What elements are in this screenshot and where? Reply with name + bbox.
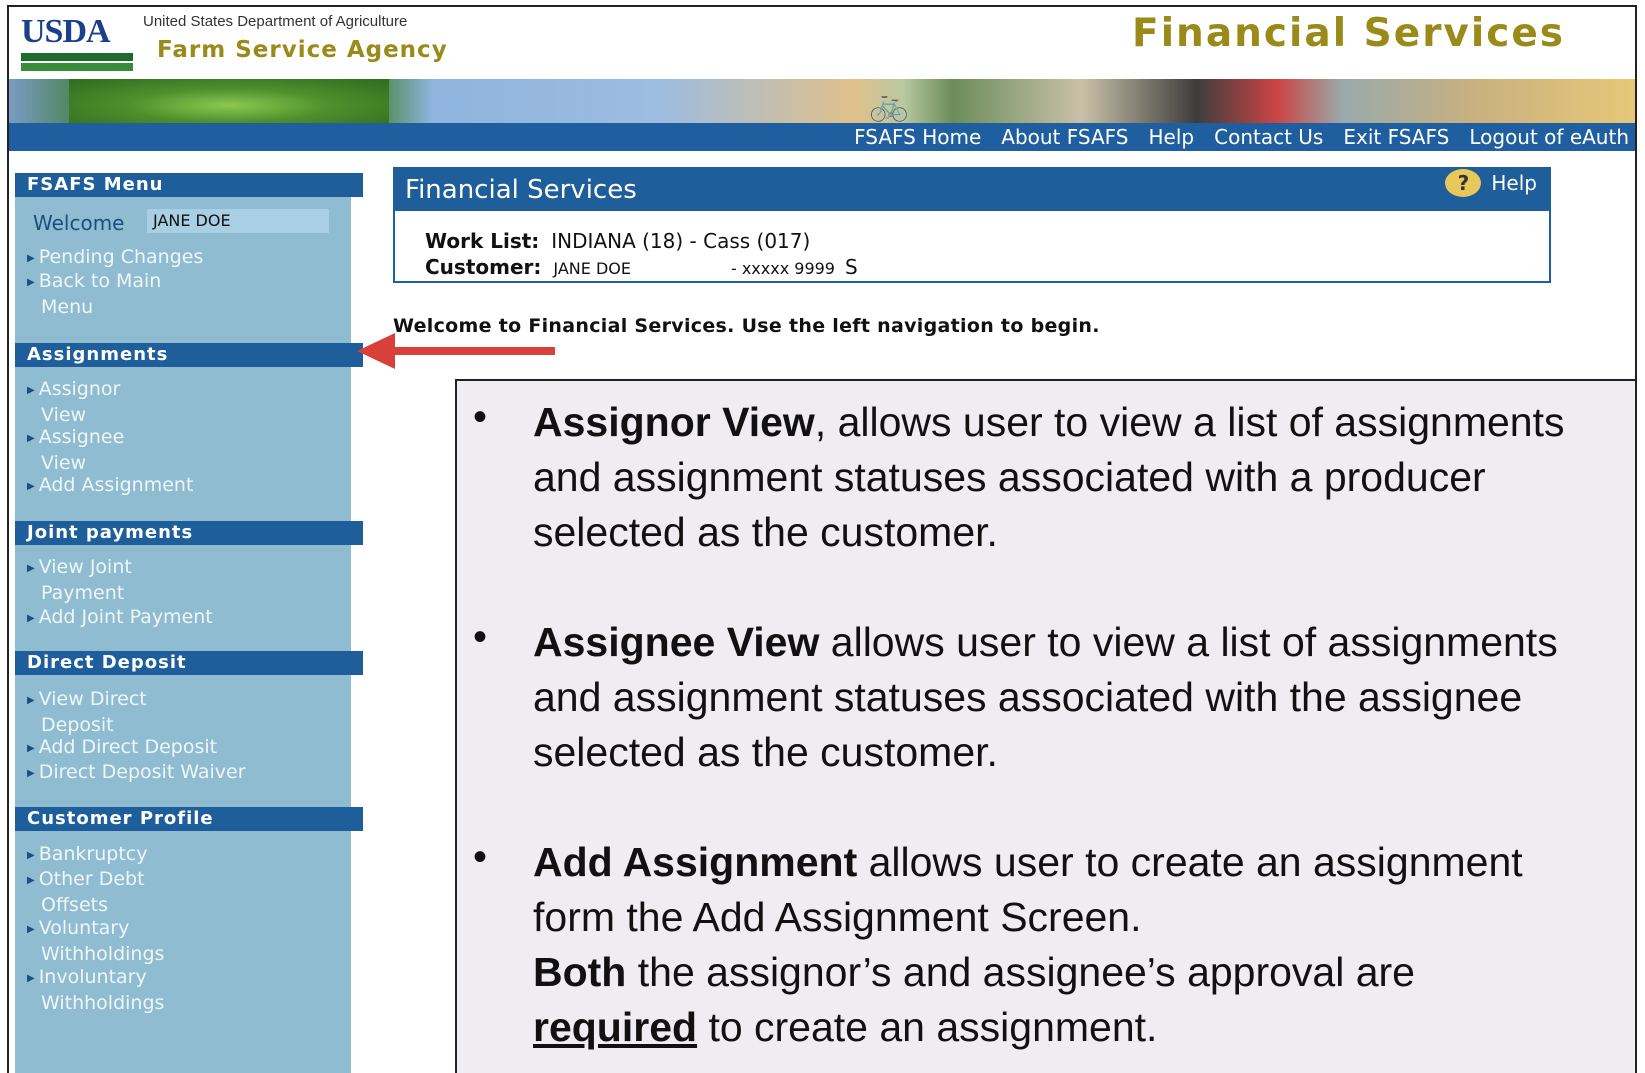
triangle-right-icon: ▶ bbox=[27, 768, 35, 779]
customer-label: Customer: bbox=[425, 255, 542, 279]
triangle-right-icon: ▶ bbox=[27, 613, 35, 624]
bullet-add-assignment: Add Assignment allows user to create an … bbox=[533, 839, 1523, 1050]
sidebar-item-back-to-main[interactable]: ▶ Back to Main Menu bbox=[27, 269, 347, 319]
sidebar-item-assignee-view[interactable]: ▶ Assignee View bbox=[27, 425, 347, 475]
usda-logo-stripe bbox=[21, 63, 133, 71]
bullet-marker: • bbox=[473, 615, 488, 659]
sidebar-item-view-joint-payment[interactable]: ▶ View Joint Payment bbox=[27, 555, 347, 605]
customer-row: Customer: JANE DOE - xxxxx 9999 S bbox=[425, 255, 858, 279]
department-name: United States Department of Agriculture bbox=[143, 13, 408, 30]
leaf-photo bbox=[69, 79, 389, 123]
bullet-marker: • bbox=[473, 395, 488, 439]
sidebar-item-involuntary-withholdings[interactable]: ▶ Involuntary Withholdings bbox=[27, 965, 347, 1015]
usda-logo-text: USDA bbox=[21, 13, 111, 50]
triangle-right-icon: ▶ bbox=[27, 973, 35, 984]
nav-link-exit[interactable]: Exit FSAFS bbox=[1343, 125, 1449, 149]
triangle-right-icon: ▶ bbox=[27, 481, 35, 492]
help-button[interactable]: ? Help bbox=[1445, 169, 1537, 197]
work-list-label: Work List: bbox=[425, 229, 540, 253]
panel-title: Financial Services bbox=[405, 175, 637, 205]
sidebar-item-add-direct-deposit[interactable]: ▶ Add Direct Deposit bbox=[27, 735, 347, 761]
triangle-right-icon: ▶ bbox=[27, 743, 35, 754]
sidebar-item-other-debt-offsets[interactable]: ▶ Other Debt Offsets bbox=[27, 867, 347, 917]
triangle-right-icon: ▶ bbox=[27, 433, 35, 444]
bullet-assignee-view: Assignee View allows user to view a list… bbox=[533, 619, 1558, 775]
app-window: USDA United States Department of Agricul… bbox=[7, 5, 1637, 1073]
bicycle-photo-icon: 🚲 bbox=[869, 85, 909, 123]
triangle-right-icon: ▶ bbox=[27, 385, 35, 396]
panel-header: Financial Services ? Help bbox=[395, 169, 1549, 211]
user-name: JANE DOE bbox=[147, 209, 329, 233]
sidebar-item-assignor-view[interactable]: ▶ Assignor View bbox=[27, 377, 347, 427]
help-label: Help bbox=[1491, 171, 1537, 195]
work-list-row: Work List: INDIANA (18) - Cass (017) bbox=[425, 229, 810, 253]
usda-logo[interactable]: USDA bbox=[21, 13, 133, 71]
sidebar-item-voluntary-withholdings[interactable]: ▶ Voluntary Withholdings bbox=[27, 916, 347, 966]
customer-id: - xxxxx 9999 bbox=[730, 259, 835, 278]
triangle-right-icon: ▶ bbox=[27, 253, 35, 264]
sidebar-item-add-assignment[interactable]: ▶ Add Assignment bbox=[27, 473, 347, 499]
sidebar-item-pending-changes[interactable]: ▶ Pending Changes bbox=[27, 245, 347, 271]
triangle-right-icon: ▶ bbox=[27, 695, 35, 706]
nav-link-logout[interactable]: Logout of eAuth bbox=[1469, 125, 1629, 149]
sidebar-item-direct-deposit-waiver[interactable]: ▶ Direct Deposit Waiver bbox=[27, 760, 347, 786]
bullet-marker: • bbox=[473, 835, 488, 879]
work-list-value: INDIANA (18) - Cass (017) bbox=[551, 229, 811, 253]
triangle-right-icon: ▶ bbox=[27, 850, 35, 861]
triangle-right-icon: ▶ bbox=[27, 277, 35, 288]
agency-name: Farm Service Agency bbox=[157, 37, 448, 63]
sidebar: FSAFS Menu Welcome JANE DOE ▶ Pending Cha… bbox=[15, 173, 363, 1073]
sidebar-item-view-direct-deposit[interactable]: ▶ View Direct Deposit bbox=[27, 687, 347, 737]
nav-link-home[interactable]: FSAFS Home bbox=[854, 125, 981, 149]
top-nav: FSAFS Home About FSAFS Help Contact Us E… bbox=[9, 123, 1635, 151]
sidebar-item-bankruptcy[interactable]: ▶ Bankruptcy bbox=[27, 842, 347, 868]
triangle-right-icon: ▶ bbox=[27, 563, 35, 574]
financial-services-panel: Financial Services ? Help Work List: INDI… bbox=[393, 167, 1551, 283]
nav-link-contact[interactable]: Contact Us bbox=[1214, 125, 1323, 149]
nav-link-about[interactable]: About FSAFS bbox=[1001, 125, 1128, 149]
help-question-icon: ? bbox=[1445, 169, 1482, 197]
sidebar-item-add-joint-payment[interactable]: ▶ Add Joint Payment bbox=[27, 605, 347, 631]
section-title-customer-profile: Customer Profile bbox=[15, 807, 363, 831]
site-header: USDA United States Department of Agricul… bbox=[9, 7, 1635, 79]
triangle-right-icon: ▶ bbox=[27, 924, 35, 935]
triangle-right-icon: ▶ bbox=[27, 875, 35, 886]
customer-type: S bbox=[844, 255, 858, 279]
photo-banner: 🚲 bbox=[9, 79, 1635, 123]
welcome-label: Welcome bbox=[33, 211, 125, 235]
sidebar-menu-title: FSAFS Menu bbox=[15, 173, 363, 197]
section-title-assignments: Assignments bbox=[15, 343, 363, 367]
annotation-callout: • Assignor View, allows user to view a l… bbox=[455, 379, 1635, 1073]
customer-name: JANE DOE bbox=[553, 259, 631, 278]
section-title-direct-deposit: Direct Deposit bbox=[15, 651, 363, 675]
nav-link-help[interactable]: Help bbox=[1149, 125, 1195, 149]
app-title: Financial Services bbox=[1132, 11, 1565, 56]
usda-logo-stripe bbox=[21, 53, 133, 61]
bullet-assignor-view: Assignor View, allows user to view a lis… bbox=[533, 399, 1565, 555]
red-arrow-icon bbox=[357, 333, 555, 369]
section-title-joint-payments: Joint payments bbox=[15, 521, 363, 545]
